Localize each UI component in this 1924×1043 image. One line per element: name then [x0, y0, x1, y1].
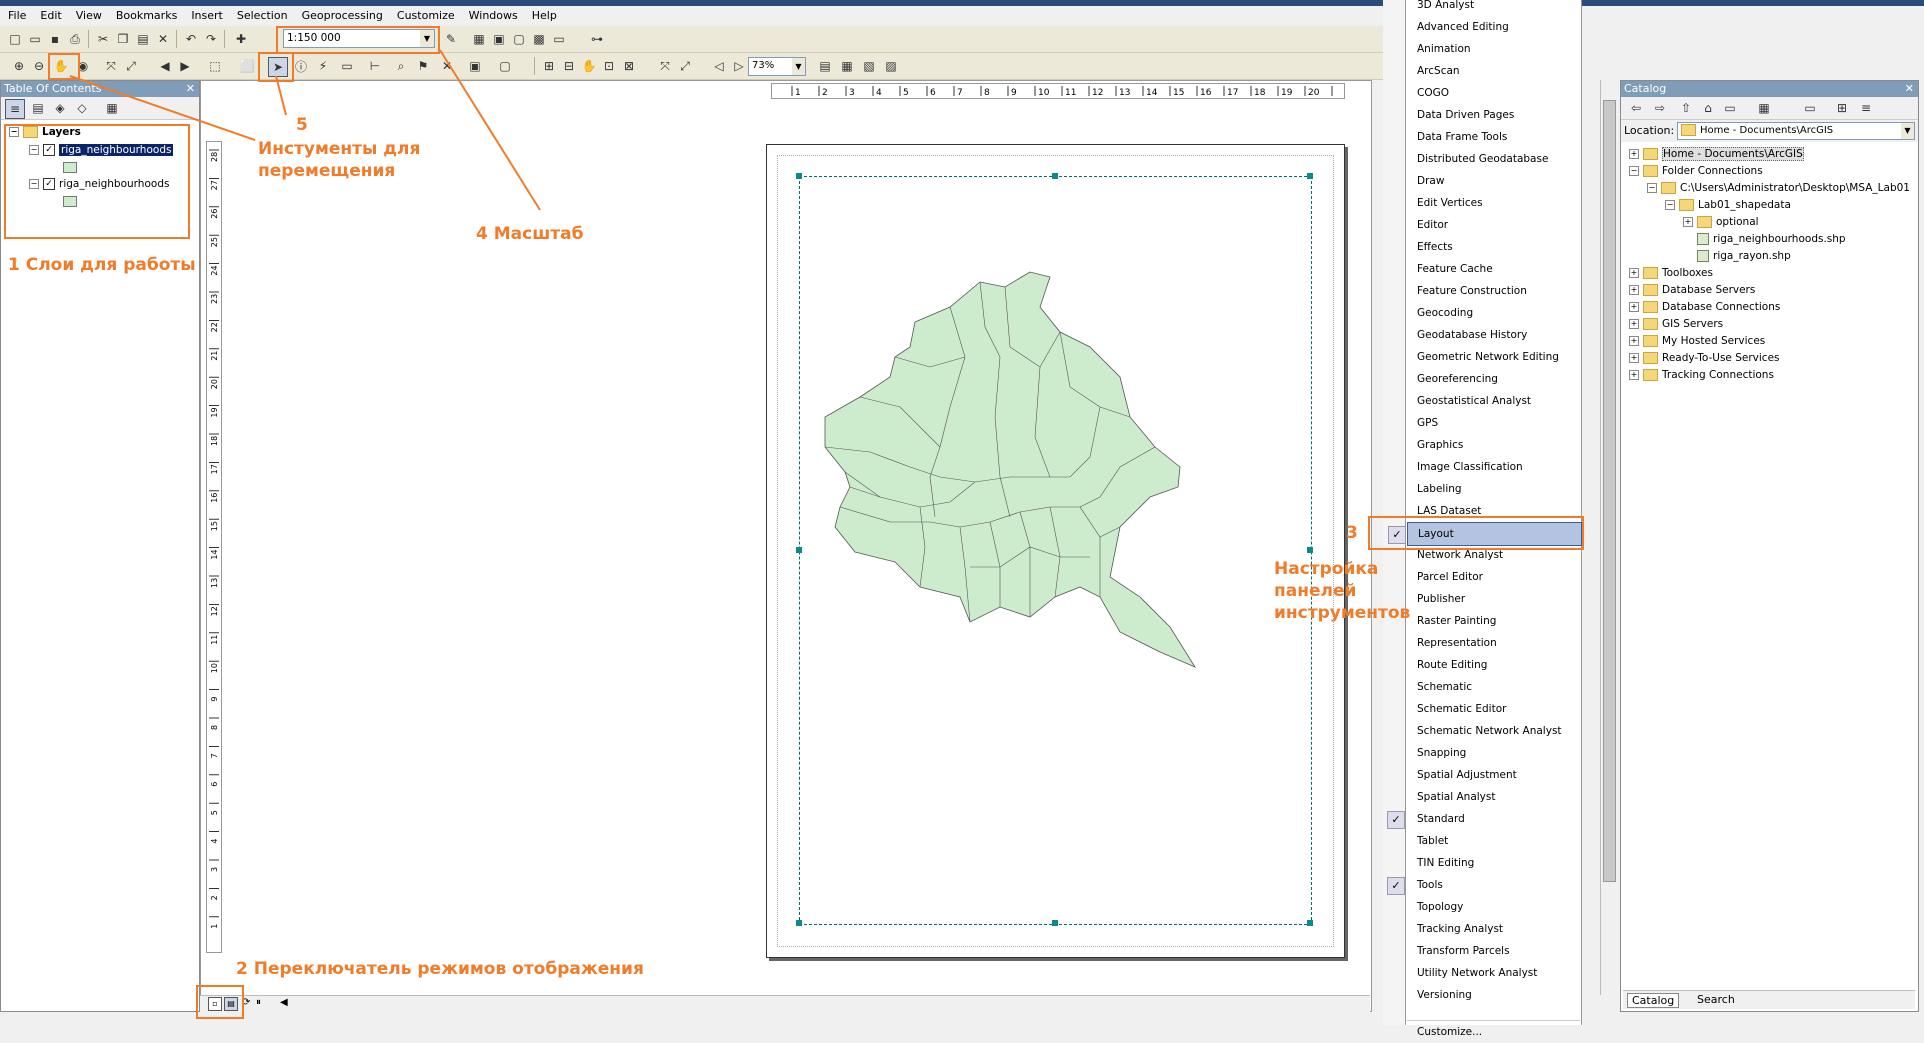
annotation-1: 1 Слои для работы — [8, 255, 196, 275]
annotation-3-text: Настройка панелей инструментов — [1274, 559, 1411, 623]
annotation-5-text: Инстументы для перемещения — [258, 139, 421, 181]
annotation-4: 4 Масштаб — [476, 224, 584, 244]
annotation-2: 2 Переключатель режимов отображения — [236, 959, 644, 979]
annotation-5-number: 5 — [296, 115, 308, 135]
annotation-3-number: 3 — [1346, 523, 1358, 543]
